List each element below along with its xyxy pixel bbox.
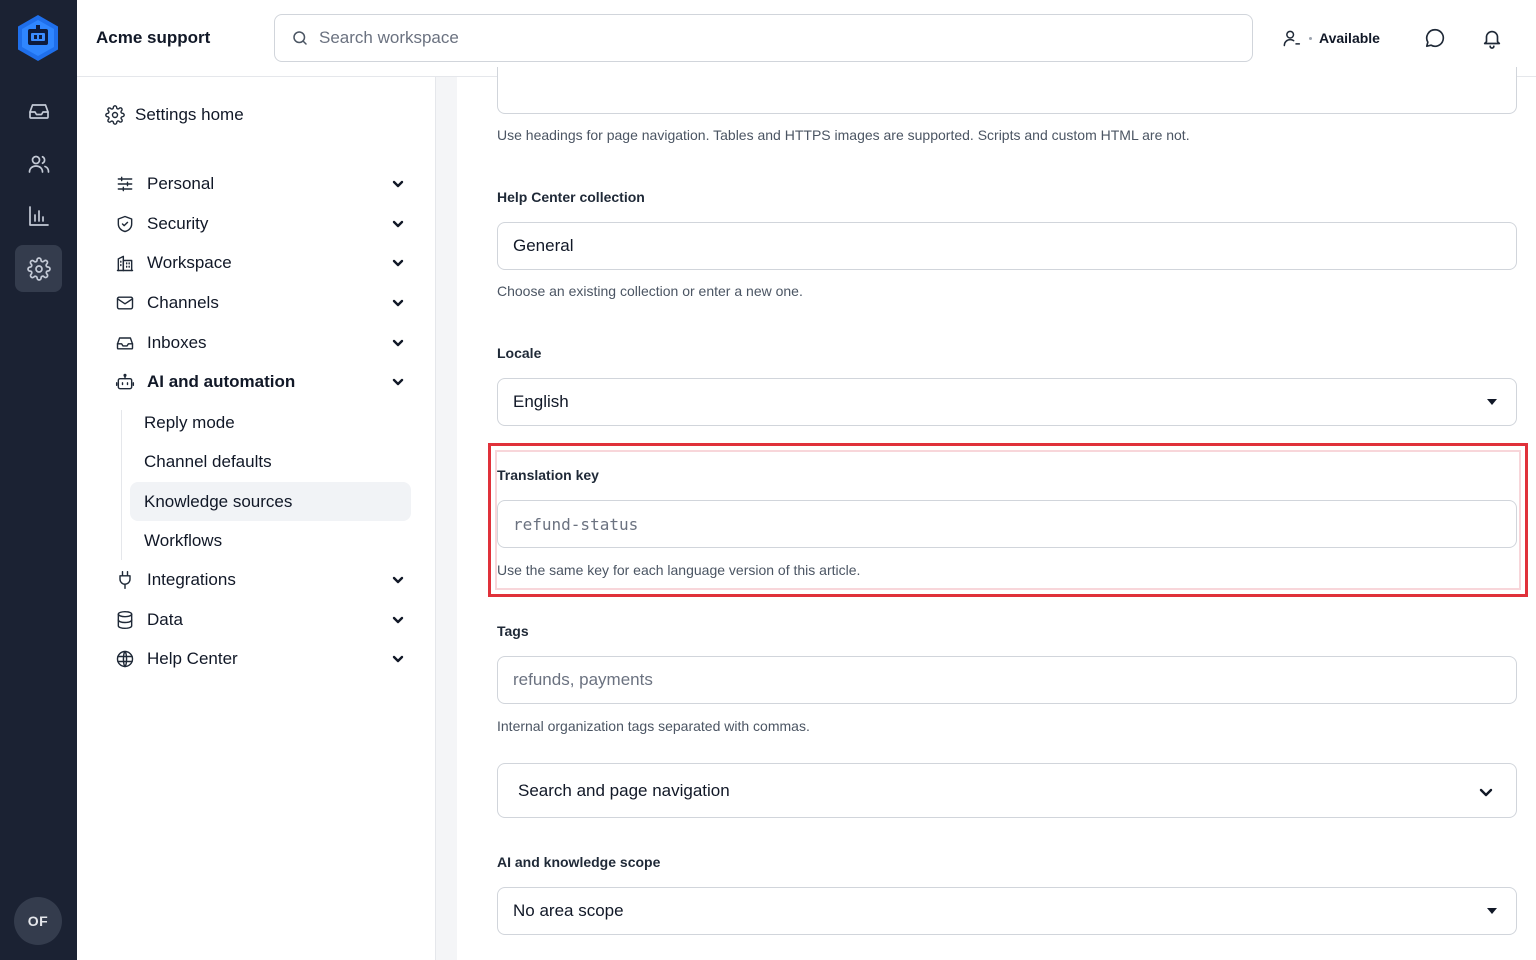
chevron-down-icon [392,220,404,228]
plug-icon [119,570,131,590]
search-box[interactable] [274,14,1253,62]
accordion-label: Search and page navigation [518,780,730,800]
chevron-down-icon [1479,788,1493,797]
translation-key-input[interactable]: refund-status [497,500,1517,548]
scope-select[interactable]: No area scope [497,887,1517,935]
translation-key-label: Translation key [497,467,599,483]
subnav-reply-mode[interactable]: Reply mode [130,403,411,442]
mail-icon [116,296,134,310]
gear-icon [105,105,125,125]
nav-channels-label: Channels [147,293,219,312]
user-avatar[interactable]: OF [14,897,62,945]
nav-ai-automation[interactable]: AI and automation [115,367,405,397]
settings-sidebar: Settings home Personal Security Workspac… [77,77,436,960]
locale-value: English [513,392,569,411]
search-input[interactable] [319,28,1219,48]
nav-personal[interactable]: Personal [115,169,405,199]
nav-personal-label: Personal [147,174,215,193]
body-editor[interactable] [497,67,1517,114]
search-navigation-accordion[interactable]: Search and page navigation [497,763,1517,818]
settings-home-label: Settings home [135,105,244,124]
subnav-knowledge-sources[interactable]: Knowledge sources [130,482,411,521]
rail-inbox-button[interactable] [15,87,62,134]
collection-input[interactable]: General [497,222,1517,270]
user-icon [1283,30,1301,47]
scope-value: No area scope [513,901,624,920]
chevron-down-icon [392,299,404,307]
caret-down-icon [1487,399,1497,405]
database-icon [117,610,133,630]
nav-workspace[interactable]: Workspace [115,248,405,278]
status-label: Available [1319,30,1380,46]
tags-help-text: Internal organization tags separated wit… [497,718,810,734]
chevron-down-icon [392,378,404,386]
app-rail: OF [0,0,77,960]
top-bar: Acme support Available [77,0,1536,77]
bot-icon [115,373,135,390]
nav-integrations[interactable]: Integrations [115,565,405,595]
bell-icon [1483,30,1501,49]
workspace-title: Acme support [96,28,211,47]
inbox-icon [28,103,49,119]
tags-label: Tags [497,623,529,639]
bar-chart-icon [28,205,49,226]
nav-integrations-label: Integrations [147,570,236,589]
nav-security-label: Security [147,214,209,233]
inbox-icon [116,337,134,350]
chevron-down-icon [392,576,404,584]
nav-data[interactable]: Data [115,605,405,635]
nav-inboxes-label: Inboxes [147,333,207,352]
collection-label: Help Center collection [497,189,645,205]
chat-button[interactable] [1421,24,1449,52]
collection-help-text: Choose an existing collection or enter a… [497,283,803,299]
chevron-down-icon [392,616,404,624]
nav-workspace-label: Workspace [147,253,232,272]
main-content: Use headings for page navigation. Tables… [436,67,1536,960]
caret-down-icon [1487,908,1497,914]
chevron-down-icon [392,180,404,188]
app-logo[interactable] [16,14,60,62]
translation-key-help-text: Use the same key for each language versi… [497,562,861,578]
availability-toggle[interactable]: Available [1281,26,1380,50]
tags-input[interactable]: refunds, payments [497,656,1517,704]
submenu-guide-line [121,410,122,560]
nav-channels[interactable]: Channels [115,288,405,318]
search-icon [293,31,307,45]
nav-data-label: Data [147,610,183,629]
chat-bubble-icon [1425,28,1445,48]
chevron-down-icon [392,259,404,267]
shield-icon [117,215,133,233]
globe-icon [116,650,134,668]
rail-reports-button[interactable] [15,192,62,239]
rail-contacts-button[interactable] [15,140,62,187]
notifications-button[interactable] [1478,24,1506,52]
sliders-icon [117,176,133,192]
nav-help-center[interactable]: Help Center [115,644,405,674]
status-separator [1309,36,1312,40]
chevron-down-icon [392,339,404,347]
settings-home-link[interactable]: Settings home [105,105,244,125]
people-icon [28,155,49,173]
article-settings-form: Use headings for page navigation. Tables… [457,67,1536,960]
nav-inboxes[interactable]: Inboxes [115,328,405,358]
locale-select[interactable]: English [497,378,1517,426]
body-help-text: Use headings for page navigation. Tables… [497,127,1190,143]
subnav-workflows[interactable]: Workflows [130,521,411,560]
nav-security[interactable]: Security [115,209,405,239]
subnav-channel-defaults[interactable]: Channel defaults [130,442,411,481]
nav-ai-automation-label: AI and automation [147,372,296,391]
gear-icon [26,256,51,281]
locale-label: Locale [497,345,542,361]
rail-settings-button[interactable] [15,245,62,292]
building-icon [116,255,134,272]
chevron-down-icon [392,655,404,663]
scope-label: AI and knowledge scope [497,854,661,870]
nav-help-center-label: Help Center [147,649,238,668]
